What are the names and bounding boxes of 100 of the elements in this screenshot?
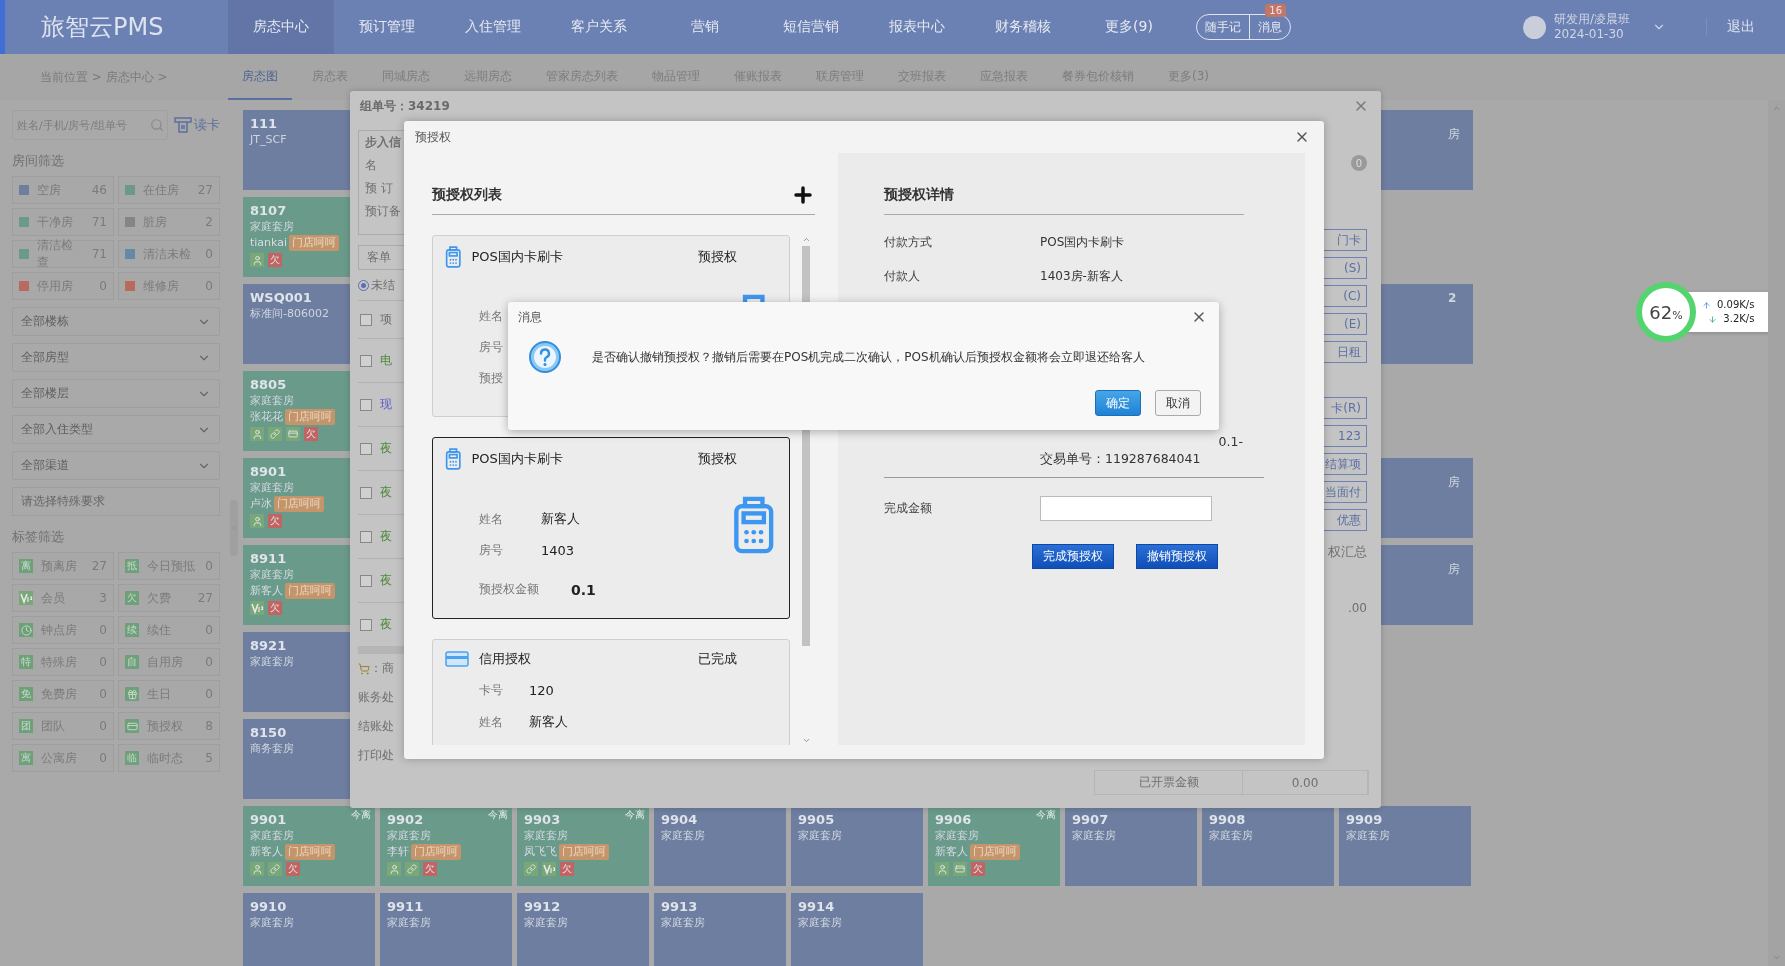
room-number: 9906 bbox=[935, 812, 972, 828]
room-tile[interactable]: 9903 今离 家庭套房 凤飞飞 门店呵呵 欠 bbox=[517, 806, 649, 886]
table-cell: .00 bbox=[1347, 601, 1367, 615]
link-icon bbox=[268, 862, 282, 876]
scrollbar[interactable] bbox=[358, 646, 404, 654]
count-badge: 0 bbox=[1351, 155, 1367, 171]
field-label: 房号 bbox=[479, 339, 503, 356]
scroll-down-icon[interactable] bbox=[1772, 953, 1781, 962]
nav-item[interactable]: 入住管理 bbox=[440, 0, 546, 54]
room-tile[interactable]: 9914 家庭套房 bbox=[791, 893, 923, 966]
room-number: 8921 bbox=[250, 638, 287, 654]
room-corner-label: 今离 bbox=[488, 808, 508, 822]
room-tile[interactable]: 9902 今离 家庭套房 李轩 门店呵呵 欠 bbox=[380, 806, 512, 886]
arrears-badge: 欠 bbox=[286, 862, 300, 876]
confirm-button[interactable]: 确定 bbox=[1095, 390, 1141, 416]
action-button[interactable]: 撤销预授权 bbox=[1136, 544, 1218, 569]
tag-badge: 离 bbox=[19, 559, 33, 573]
notes-button[interactable]: 随手记 bbox=[1197, 15, 1249, 39]
field-label: 姓名 bbox=[479, 308, 503, 325]
room-tile[interactable]: 9912 家庭套房 bbox=[517, 893, 649, 966]
nav-item[interactable]: 报表中心 bbox=[864, 0, 970, 54]
preauth-card[interactable]: 信用授权 已完成 卡号 120 姓名 新客人 bbox=[432, 639, 790, 745]
scroll-down-icon[interactable] bbox=[801, 736, 811, 745]
room-tile[interactable]: 9906 今离 家庭套房 新客人 门店呵呵 欠 bbox=[928, 806, 1060, 886]
nav-item[interactable]: 更多(9) bbox=[1076, 0, 1182, 54]
room-type: 家庭套房 bbox=[387, 828, 431, 844]
table-cell: 夜 bbox=[380, 440, 392, 457]
room-type: 家庭套房 bbox=[1209, 828, 1253, 844]
field-label: 房号 bbox=[479, 542, 504, 559]
filter-dropdown[interactable]: 全部楼层 bbox=[12, 379, 220, 408]
guest-name: 凤飞飞 bbox=[524, 844, 557, 860]
tag-badge: 续 bbox=[125, 623, 139, 637]
checkbox[interactable] bbox=[360, 574, 372, 587]
filter-dropdown[interactable]: 全部渠道 bbox=[12, 451, 220, 480]
scroll-up-icon[interactable] bbox=[1772, 104, 1781, 113]
usage-meter[interactable]: 62% bbox=[1636, 282, 1696, 342]
column-header: 项 bbox=[380, 311, 392, 328]
message-text: 是否确认撤销预授权？撤销后需要在POS机完成二次确认，POS机确认后预授权金额将会立即退还给客人 bbox=[592, 348, 1145, 366]
logout-link[interactable]: 退出 bbox=[1706, 18, 1755, 36]
tag-badge: 临 bbox=[125, 751, 139, 765]
arrears-badge: 欠 bbox=[971, 862, 985, 876]
filter-dropdown[interactable]: 全部房型 bbox=[12, 343, 220, 372]
room-tile[interactable]: 9913 家庭套房 bbox=[654, 893, 786, 966]
room-tile[interactable]: 9905 家庭套房 bbox=[791, 806, 923, 886]
gift-icon bbox=[125, 687, 139, 701]
room-type: 家庭套房 bbox=[798, 915, 842, 931]
nav-item[interactable]: 客户关系 bbox=[546, 0, 652, 54]
arrears-badge: 欠 bbox=[423, 862, 437, 876]
room-tile[interactable]: 9907 家庭套房 bbox=[1065, 806, 1197, 886]
guest-icon bbox=[935, 862, 949, 876]
room-tile[interactable]: 9901 今离 家庭套房 新客人 门店呵呵 欠 bbox=[243, 806, 375, 886]
room-tile[interactable]: 9904 家庭套房 bbox=[654, 806, 786, 886]
tag-badge: 免 bbox=[19, 687, 33, 701]
room-tile[interactable]: 9908 家庭套房 bbox=[1202, 806, 1334, 886]
room-type: 家庭套房 bbox=[524, 828, 568, 844]
checkbox[interactable] bbox=[360, 486, 372, 499]
scrollbar[interactable] bbox=[1768, 100, 1785, 966]
room-type: 家庭套房 bbox=[250, 828, 294, 844]
filter-dropdown[interactable]: 全部楼栋 bbox=[12, 307, 220, 336]
nav-item[interactable]: 营销 bbox=[652, 0, 758, 54]
checkbox[interactable] bbox=[360, 442, 372, 455]
guest-name: 李轩 bbox=[387, 844, 409, 860]
dialog-title: 消息 bbox=[518, 308, 542, 326]
avatar[interactable] bbox=[1522, 15, 1546, 39]
scroll-up-icon[interactable] bbox=[801, 235, 811, 244]
cancel-button[interactable]: 取消 bbox=[1155, 390, 1201, 416]
room-corner-label: 今离 bbox=[625, 808, 645, 822]
amount-input[interactable] bbox=[1040, 496, 1212, 521]
arrears-badge: 欠 bbox=[268, 514, 282, 528]
source-tag: 门店呵呵 bbox=[274, 496, 324, 512]
room-tile[interactable]: 9910 家庭套房 bbox=[243, 893, 375, 966]
special-request-field[interactable]: 请选择特殊要求 bbox=[12, 487, 220, 516]
checkbox[interactable] bbox=[360, 313, 372, 326]
checkbox[interactable] bbox=[360, 618, 372, 631]
room-tile[interactable]: 9909 家庭套房 bbox=[1339, 806, 1471, 886]
arrears-badge: 欠 bbox=[268, 253, 282, 267]
nav-item[interactable]: 房态中心 bbox=[228, 0, 334, 54]
preauth-card[interactable]: POS国内卡刷卡 预授权 姓名 新客人 房号 1403 预授权金额 0.1 bbox=[432, 437, 790, 619]
nav-item[interactable]: 预订管理 bbox=[334, 0, 440, 54]
checkbox[interactable] bbox=[360, 354, 372, 367]
arrears-badge: 欠 bbox=[560, 862, 574, 876]
collapse-handle[interactable] bbox=[230, 500, 238, 556]
read-card-link[interactable]: 读卡 bbox=[174, 116, 220, 134]
field-value: 120 bbox=[529, 683, 554, 698]
sub-tab[interactable]: 房态图 bbox=[228, 54, 292, 100]
clock-icon bbox=[19, 623, 33, 637]
nav-item[interactable]: 短信营销 bbox=[758, 0, 864, 54]
room-number: 8107 bbox=[250, 203, 287, 219]
filter-dropdown[interactable]: 全部入住类型 bbox=[12, 415, 220, 444]
room-number: 9907 bbox=[1072, 812, 1109, 828]
room-tile[interactable]: 9911 家庭套房 bbox=[380, 893, 512, 966]
card-icon bbox=[125, 719, 139, 733]
nav-item[interactable]: 财务稽核 bbox=[970, 0, 1076, 54]
checkbox[interactable] bbox=[360, 530, 372, 543]
search-icon[interactable] bbox=[150, 118, 164, 132]
action-button[interactable]: 完成预授权 bbox=[1032, 544, 1114, 569]
checkbox[interactable] bbox=[360, 398, 372, 411]
room-number: 9902 bbox=[387, 812, 424, 828]
link-icon bbox=[405, 862, 419, 876]
guest-name: 新客人 bbox=[935, 844, 968, 860]
